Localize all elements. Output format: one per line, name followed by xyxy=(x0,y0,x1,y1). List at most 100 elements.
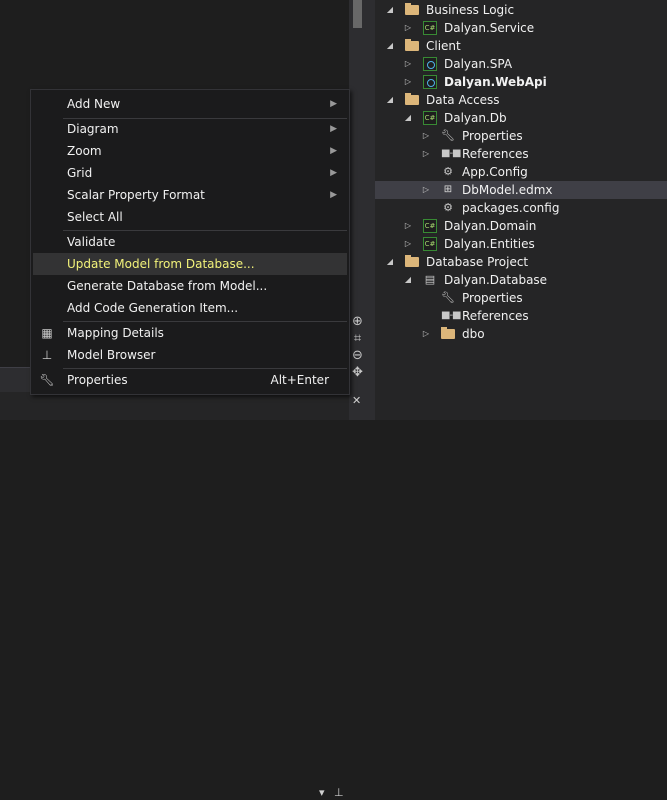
menu-item-label: Diagram xyxy=(67,122,119,136)
solution-folder-icon xyxy=(405,255,419,267)
menu-item-select-all[interactable]: Select All xyxy=(33,206,347,228)
wrench-icon: 🔧︎ xyxy=(441,129,455,142)
tree-node-dbo[interactable]: ▷ dbo xyxy=(375,325,667,343)
dropdown-arrow-icon[interactable]: ▾ xyxy=(319,786,325,800)
menu-item-label: Generate Database from Model... xyxy=(67,279,268,293)
tree-node-dalyan-spa[interactable]: ▷ Dalyan.SPA xyxy=(375,55,667,73)
collapsed-arrow-icon[interactable]: ▷ xyxy=(403,73,413,91)
tree-node-dalyan-domain[interactable]: ▷ C# Dalyan.Domain xyxy=(375,217,667,235)
tree-node-database-project[interactable]: ◢ Database Project xyxy=(375,253,667,271)
web-project-icon xyxy=(423,75,437,89)
tree-node-client[interactable]: ◢ Client xyxy=(375,37,667,55)
tree-node-label: References xyxy=(462,309,529,323)
menu-item-generate-database-from-model[interactable]: Generate Database from Model... xyxy=(33,275,347,297)
pin-icon[interactable]: ⊥ xyxy=(334,786,344,800)
tree-node-dalyan-service[interactable]: ▷ C# Dalyan.Service xyxy=(375,19,667,37)
wrench-icon: 🔧︎ xyxy=(441,291,455,304)
tree-node-data-access[interactable]: ◢ Data Access xyxy=(375,91,667,109)
menu-item-add-new[interactable]: Add New ▶ xyxy=(33,93,347,115)
tree-node-dalyan-webapi[interactable]: ▷ Dalyan.WebApi xyxy=(375,73,667,91)
tree-node-db-properties[interactable]: 🔧︎ Properties xyxy=(375,289,667,307)
tree-node-label: Data Access xyxy=(426,93,500,107)
csharp-project-icon: C# xyxy=(423,237,437,251)
menu-item-grid[interactable]: Grid ▶ xyxy=(33,162,347,184)
collapsed-arrow-icon[interactable]: ▷ xyxy=(403,235,413,253)
submenu-arrow-icon: ▶ xyxy=(330,146,337,156)
wrench-icon: 🔧︎ xyxy=(39,373,55,387)
collapsed-arrow-icon[interactable]: ▷ xyxy=(403,217,413,235)
close-icon[interactable]: ✕ xyxy=(352,394,361,408)
menu-item-diagram[interactable]: Diagram ▶ xyxy=(33,118,347,140)
menu-item-update-model-from-database[interactable]: Update Model from Database... xyxy=(33,253,347,275)
tree-node-label: Dalyan.Entities xyxy=(444,237,535,251)
tree-node-dalyan-database[interactable]: ◢ ▤ Dalyan.Database xyxy=(375,271,667,289)
menu-item-label: Model Browser xyxy=(67,348,156,362)
menu-item-zoom[interactable]: Zoom ▶ xyxy=(33,140,347,162)
collapsed-arrow-icon[interactable]: ▷ xyxy=(421,145,431,163)
menu-item-label: Add Code Generation Item... xyxy=(67,301,239,315)
submenu-arrow-icon: ▶ xyxy=(330,99,337,109)
tree-node-label: Properties xyxy=(462,291,523,305)
expanded-arrow-icon[interactable]: ◢ xyxy=(385,91,395,109)
collapsed-arrow-icon[interactable]: ▷ xyxy=(421,325,431,343)
tree-node-dbmodel-edmx[interactable]: ▷ ⊞ DbModel.edmx xyxy=(375,181,667,199)
solution-folder-icon xyxy=(405,93,419,105)
submenu-arrow-icon: ▶ xyxy=(330,190,337,200)
csharp-project-icon: C# xyxy=(423,111,437,125)
tree-node-label: Dalyan.SPA xyxy=(444,57,513,71)
menu-item-scalar-property-format[interactable]: Scalar Property Format ▶ xyxy=(33,184,347,206)
menu-item-add-code-generation-item[interactable]: Add Code Generation Item... xyxy=(33,297,347,319)
config-file-icon: ⚙ xyxy=(443,201,453,214)
zoom-to-fit-icon[interactable]: ⌗ xyxy=(349,330,366,347)
expanded-arrow-icon[interactable]: ◢ xyxy=(385,37,395,55)
zoom-in-icon[interactable]: ⊕ xyxy=(349,313,366,330)
scrollbar-thumb[interactable] xyxy=(353,0,362,28)
tool-window-strip: ▾ ⊥ xyxy=(0,392,349,799)
tree-node-references[interactable]: ▷ ■-■ References xyxy=(375,145,667,163)
tree-node-label: Dalyan.Db xyxy=(444,111,507,125)
menu-item-label: Update Model from Database... xyxy=(67,257,255,271)
tree-node-label: App.Config xyxy=(462,165,528,179)
collapsed-arrow-icon[interactable]: ▷ xyxy=(421,127,431,145)
menu-item-label: Validate xyxy=(67,235,116,249)
collapsed-arrow-icon[interactable]: ▷ xyxy=(403,55,413,73)
pan-icon[interactable]: ✥ xyxy=(349,364,366,381)
folder-icon xyxy=(441,327,455,339)
context-menu: Add New ▶ Diagram ▶ Zoom ▶ Grid ▶ Scalar… xyxy=(30,89,350,395)
menu-item-label: Add New xyxy=(67,97,121,111)
tree-node-app-config[interactable]: ⚙ App.Config xyxy=(375,163,667,181)
zoom-out-icon[interactable]: ⊖ xyxy=(349,347,366,364)
tree-node-packages-config[interactable]: ⚙ packages.config xyxy=(375,199,667,217)
submenu-arrow-icon: ▶ xyxy=(330,124,337,134)
menu-item-label: Scalar Property Format xyxy=(67,188,205,202)
menu-item-model-browser[interactable]: ⊥ Model Browser xyxy=(33,344,347,366)
expanded-arrow-icon[interactable]: ◢ xyxy=(403,271,413,289)
tree-node-label: Database Project xyxy=(426,255,529,269)
expanded-arrow-icon[interactable]: ◢ xyxy=(385,253,395,271)
menu-item-label: Properties xyxy=(67,373,128,387)
tree-node-label: Dalyan.WebApi xyxy=(444,75,547,89)
csharp-project-icon: C# xyxy=(423,219,437,233)
submenu-arrow-icon: ▶ xyxy=(330,168,337,178)
collapsed-arrow-icon[interactable]: ▷ xyxy=(403,19,413,37)
tree-node-business-logic[interactable]: ◢ Business Logic xyxy=(375,1,667,19)
tree-node-db-references[interactable]: ■-■ References xyxy=(375,307,667,325)
menu-item-label: Zoom xyxy=(67,144,102,158)
tree-node-properties[interactable]: ▷ 🔧︎ Properties xyxy=(375,127,667,145)
tree-node-dalyan-db[interactable]: ◢ C# Dalyan.Db xyxy=(375,109,667,127)
solution-folder-icon xyxy=(405,3,419,15)
edmx-file-icon: ⊞ xyxy=(443,184,453,195)
csharp-project-icon: C# xyxy=(423,21,437,35)
tree-node-dalyan-entities[interactable]: ▷ C# Dalyan.Entities xyxy=(375,235,667,253)
menu-item-label: Mapping Details xyxy=(67,326,164,340)
menu-item-mapping-details[interactable]: ▦ Mapping Details xyxy=(33,322,347,344)
expanded-arrow-icon[interactable]: ◢ xyxy=(403,109,413,127)
menu-item-properties[interactable]: 🔧︎ Properties Alt+Enter xyxy=(33,369,347,391)
web-project-icon xyxy=(423,57,437,71)
collapsed-arrow-icon[interactable]: ▷ xyxy=(421,181,431,199)
menu-item-label: Grid xyxy=(67,166,93,180)
panel-splitter[interactable] xyxy=(366,0,375,420)
expanded-arrow-icon[interactable]: ◢ xyxy=(385,1,395,19)
tree-node-label: Properties xyxy=(462,129,523,143)
menu-item-validate[interactable]: Validate xyxy=(33,231,347,253)
